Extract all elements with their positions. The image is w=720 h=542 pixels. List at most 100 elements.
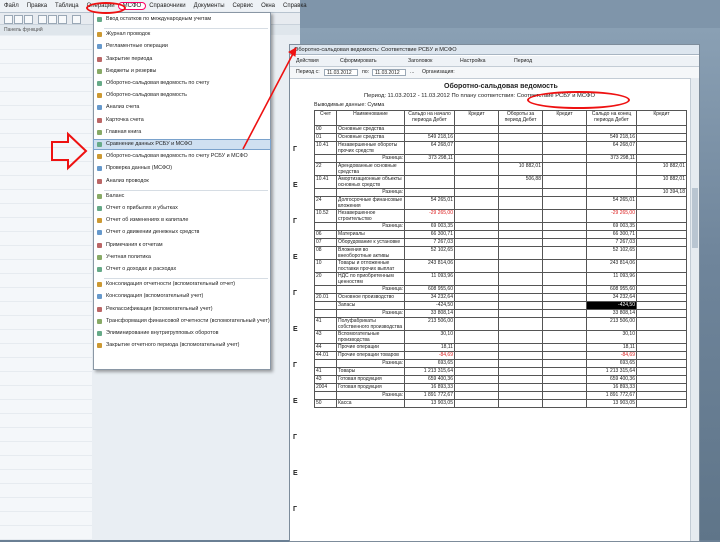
dropdown-item[interactable]: Трансформация финансовой отчетности (всп… bbox=[94, 317, 270, 326]
amount-cell: 1 213 315,64 bbox=[586, 367, 637, 376]
dropdown-item[interactable]: Закрытие отчетного периода (вспомогатель… bbox=[94, 341, 270, 350]
dropdown-item[interactable]: Отчет о движении денежных средств bbox=[94, 228, 270, 237]
copy-icon[interactable] bbox=[48, 15, 57, 24]
dropdown-item[interactable]: Учетная политика bbox=[94, 253, 270, 262]
amount-cell bbox=[636, 391, 687, 400]
account-cell: 41 bbox=[314, 317, 337, 331]
actions-menu[interactable]: Действия bbox=[296, 56, 319, 66]
amount-cell bbox=[542, 301, 587, 310]
header-button[interactable]: Заголовок bbox=[408, 56, 432, 66]
dropdown-item[interactable]: Сравнение данных РСБУ и МСФО bbox=[93, 139, 271, 150]
account-cell bbox=[314, 285, 337, 294]
name-cell: Основное производство bbox=[336, 293, 405, 302]
dropdown-item[interactable]: Отчет о прибылях и убытках bbox=[94, 204, 270, 213]
open-icon[interactable] bbox=[14, 15, 23, 24]
generate-button[interactable]: Сформировать bbox=[340, 56, 377, 66]
dropdown-item[interactable]: Консолидация (вспомогательный учет) bbox=[94, 292, 270, 301]
dropdown-item[interactable]: Оборотно-сальдовая ведомость bbox=[94, 91, 270, 100]
menu-item-icon bbox=[97, 117, 102, 123]
amount-cell bbox=[542, 367, 587, 376]
amount-cell bbox=[454, 272, 499, 286]
table-row: 10.41 Амортизационные объекты основных ср… bbox=[314, 175, 687, 189]
dropdown-item[interactable]: Консолидация отчетности (вспомогательный… bbox=[94, 280, 270, 289]
amount-cell: 243 814,06 bbox=[404, 259, 455, 273]
vertical-scrollbar[interactable] bbox=[690, 78, 699, 541]
account-cell: 10.41 bbox=[314, 141, 337, 155]
table-row: Запасы -424,50 -424,50 bbox=[314, 301, 687, 310]
paste-icon[interactable] bbox=[58, 15, 67, 24]
dropdown-item[interactable]: Регламентные операции bbox=[94, 42, 270, 51]
table-row: Разница: 608 955,60 608 955,60 bbox=[314, 285, 687, 294]
menu-6[interactable]: Документы bbox=[190, 3, 229, 9]
dropdown-item-label: Главная книга bbox=[106, 128, 142, 135]
dropdown-item[interactable]: Анализ проводок bbox=[94, 177, 270, 186]
account-cell: 20 bbox=[314, 272, 337, 286]
dropdown-item[interactable]: Журнал проводок bbox=[94, 30, 270, 39]
dropdown-item[interactable]: Баланс bbox=[94, 192, 270, 201]
table-row: Разница: 373 298,11 373 298,11 bbox=[314, 154, 687, 163]
amount-cell bbox=[454, 367, 499, 376]
column-header: Кредит bbox=[454, 110, 499, 126]
date-to-field[interactable]: 11.03.2012 bbox=[372, 69, 406, 76]
menu-item-icon bbox=[97, 178, 102, 184]
dropdown-item[interactable]: Оборотно-сальдовая ведомость по счету bbox=[94, 79, 270, 88]
amount-cell bbox=[498, 399, 543, 408]
table-row: 20 НДС по приобретенным ценностям 11 093,9… bbox=[314, 272, 687, 286]
amount-cell bbox=[542, 175, 587, 189]
dropdown-item[interactable]: Анализ счета bbox=[94, 103, 270, 112]
amount-cell: 10 882,01 bbox=[498, 162, 543, 176]
menu-5[interactable]: Справочники bbox=[145, 3, 189, 9]
amount-cell bbox=[636, 154, 687, 163]
dropdown-item[interactable]: Бюджеты и резервы bbox=[94, 67, 270, 76]
menu-2[interactable]: Таблица bbox=[51, 3, 83, 9]
table-row: 01 Основные средства 549 218,16 549 218,16 bbox=[314, 133, 687, 142]
menu-item-icon bbox=[97, 93, 102, 99]
dropdown-item[interactable]: Реклассификация (вспомогательный учет) bbox=[94, 305, 270, 314]
date-from-field[interactable]: 11.03.2012 bbox=[324, 69, 358, 76]
side-panel bbox=[0, 36, 92, 540]
dropdown-item[interactable]: Отчет об изменениях в капитале bbox=[94, 216, 270, 225]
row-marker: Г bbox=[293, 290, 297, 297]
amount-cell bbox=[498, 188, 543, 197]
dropdown-item[interactable]: Главная книга bbox=[94, 128, 270, 137]
account-cell: 2004 bbox=[314, 383, 337, 392]
menu-item-icon bbox=[97, 343, 102, 349]
menu-1[interactable]: Правка bbox=[23, 3, 51, 9]
amount-cell bbox=[636, 359, 687, 368]
menu-item-icon bbox=[97, 318, 102, 324]
dropdown-item-label: Отчет о доходах и расходах bbox=[106, 266, 177, 272]
scrollbar-thumb[interactable] bbox=[692, 188, 698, 248]
dropdown-item[interactable]: Ввод остатков по международным учетам bbox=[94, 15, 270, 24]
find-icon[interactable] bbox=[72, 15, 81, 24]
dropdown-item-label: Отчет об изменениях в капитале bbox=[106, 217, 189, 224]
menu-7[interactable]: Сервис bbox=[229, 3, 258, 9]
dropdown-item[interactable]: Примечания к отчетам bbox=[94, 241, 270, 250]
dropdown-item-label: Баланс bbox=[106, 192, 125, 199]
period-select-button[interactable]: ... bbox=[410, 67, 414, 78]
dropdown-item[interactable]: Закрытие периода bbox=[94, 55, 270, 64]
dropdown-item-label: Анализ счета bbox=[106, 104, 140, 111]
save-icon[interactable] bbox=[24, 15, 33, 24]
new-icon[interactable] bbox=[4, 15, 13, 24]
menu-9[interactable]: Справка bbox=[279, 3, 311, 9]
dropdown-item[interactable]: Карточка счета bbox=[94, 116, 270, 125]
name-cell: Вспомогательные производства bbox=[336, 330, 405, 344]
settings-button[interactable]: Настройка bbox=[460, 56, 486, 66]
amount-cell bbox=[454, 301, 499, 310]
menu-8[interactable]: Окна bbox=[257, 3, 279, 9]
dropdown-item-label: Сравнение данных РСБУ и МСФО bbox=[106, 141, 193, 147]
amount-cell: 18,11 bbox=[586, 343, 637, 352]
row-markers: Г Е Г Е Г Е Г Е Г Е Г bbox=[291, 146, 303, 536]
dropdown-item[interactable]: Оборотно-сальдовая ведомость по счету РС… bbox=[94, 152, 270, 161]
amount-cell: 549 218,16 bbox=[586, 133, 637, 142]
dropdown-item[interactable]: Проверка данных (МСФО) bbox=[94, 164, 270, 173]
period-button[interactable]: Период bbox=[514, 56, 532, 66]
amount-cell bbox=[586, 188, 637, 197]
amount-cell bbox=[454, 391, 499, 400]
dropdown-item[interactable]: Отчет о доходах и расходах bbox=[94, 265, 270, 274]
cut-icon[interactable] bbox=[38, 15, 47, 24]
account-cell: 22 bbox=[314, 162, 337, 176]
dropdown-item[interactable]: Элиминирование внутригрупповых оборотов bbox=[94, 329, 270, 338]
menu-0[interactable]: Файл bbox=[0, 3, 23, 9]
table-row: 24 Долгосрочные финансовые вложения 54 265… bbox=[314, 196, 687, 210]
